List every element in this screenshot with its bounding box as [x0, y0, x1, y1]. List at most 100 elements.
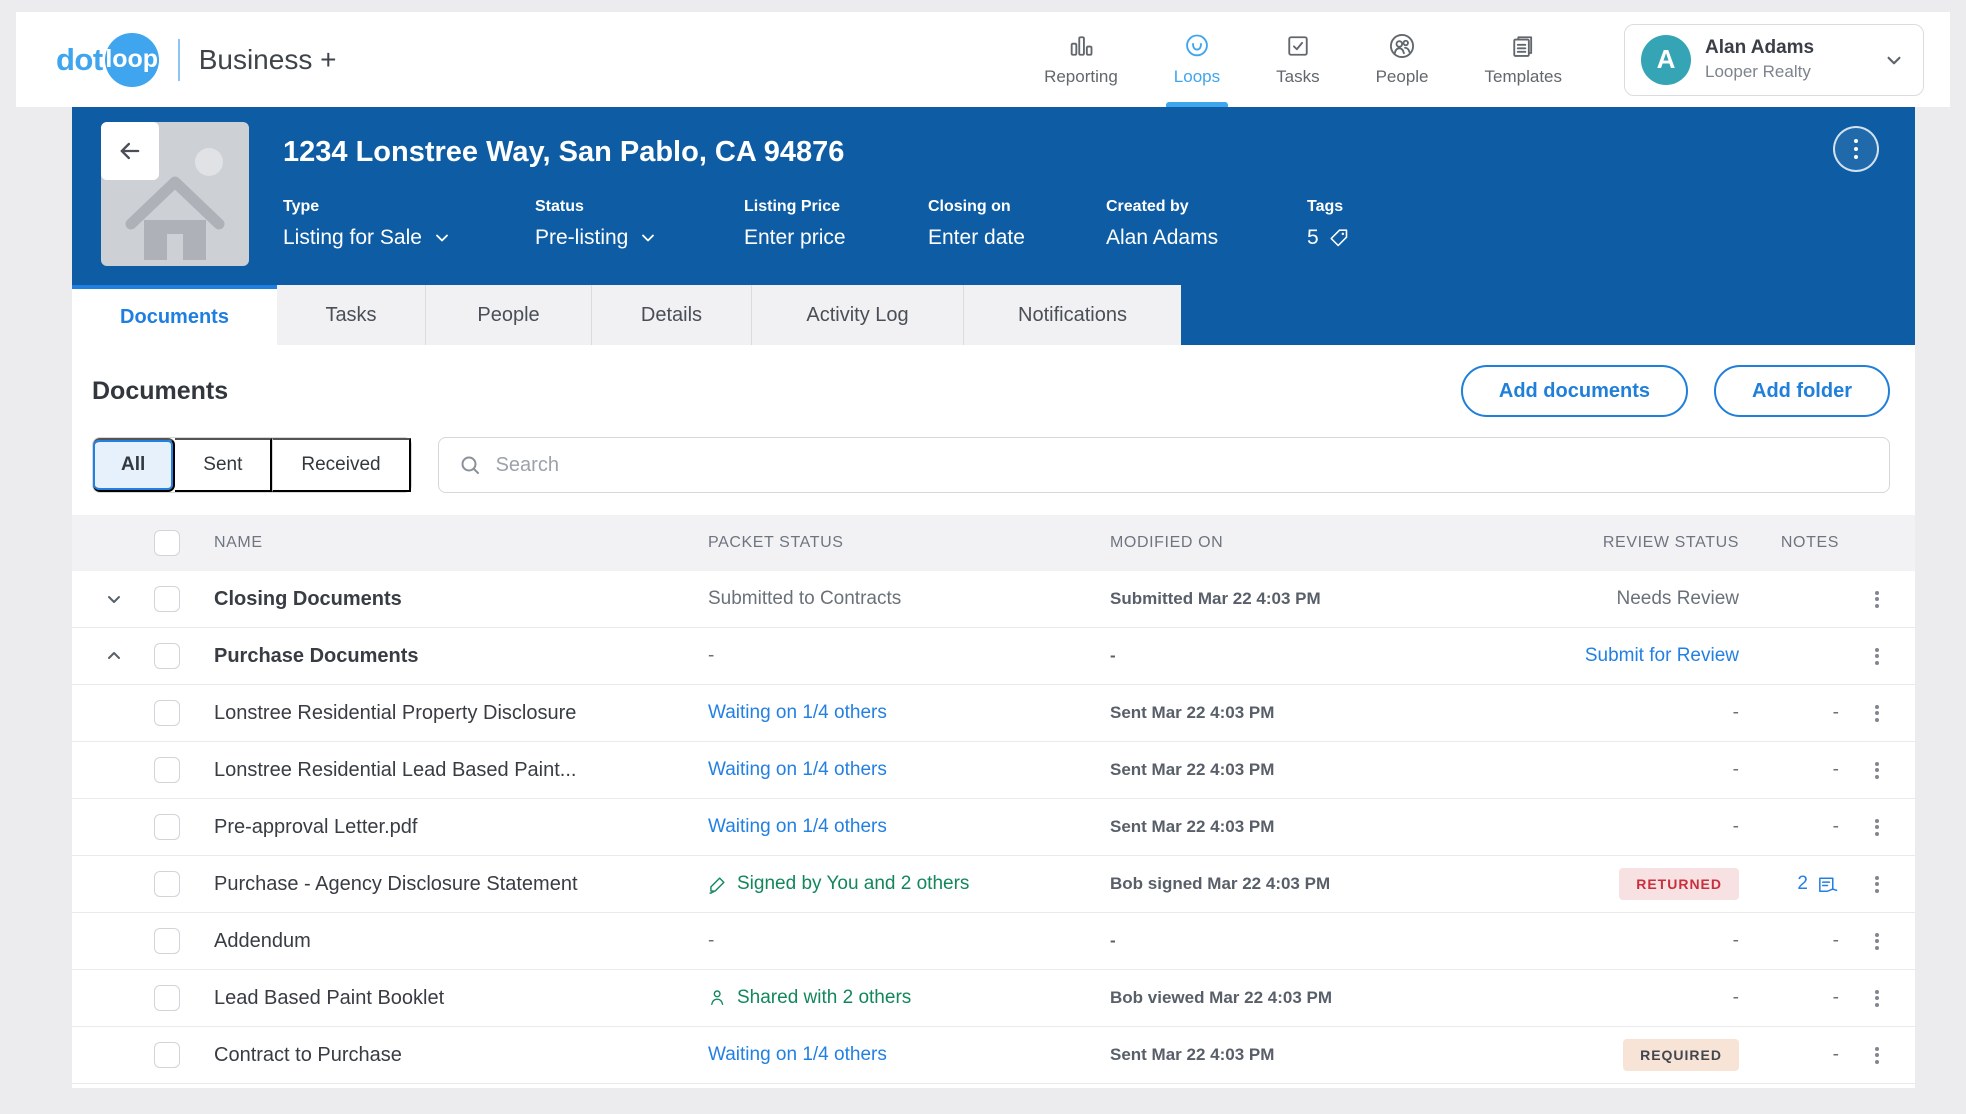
notes-cell[interactable]: 2: [1797, 873, 1839, 896]
closing-date-field[interactable]: Enter date: [928, 226, 1106, 250]
row-checkbox[interactable]: [154, 643, 180, 669]
user-menu[interactable]: A Alan Adams Looper Realty: [1624, 24, 1924, 96]
column-modified-on: MODIFIED ON: [1110, 534, 1223, 552]
type-dropdown[interactable]: Listing for Sale: [283, 226, 535, 250]
row-menu-kebab[interactable]: [1871, 983, 1883, 1013]
modified-on-text: Sent Mar 22 4:03 PM: [1110, 703, 1274, 723]
column-notes: NOTES: [1781, 534, 1839, 552]
row-menu-kebab[interactable]: [1871, 641, 1883, 671]
chevron-down-icon: [638, 228, 658, 248]
row-menu-kebab[interactable]: [1871, 584, 1883, 614]
document-name[interactable]: Lead Based Paint Booklet: [214, 987, 444, 1010]
row-checkbox[interactable]: [154, 700, 180, 726]
document-name[interactable]: Purchase - Agency Disclosure Statement: [214, 873, 578, 896]
filter-received[interactable]: Received: [272, 438, 410, 492]
row-checkbox[interactable]: [154, 985, 180, 1011]
packet-status: Waiting on 1/4 others: [708, 816, 887, 838]
modified-on-text: Sent Mar 22 4:03 PM: [1110, 1045, 1274, 1065]
nav-label: Reporting: [1044, 67, 1118, 87]
document-name[interactable]: Contract to Purchase: [214, 1044, 402, 1067]
row-menu-kebab[interactable]: [1871, 869, 1883, 899]
loop-icon: [1183, 32, 1211, 60]
modified-on-text: -: [1110, 646, 1116, 666]
modified-on-text: Sent Mar 22 4:03 PM: [1110, 760, 1274, 780]
listing-price-field[interactable]: Enter price: [744, 226, 928, 250]
document-name[interactable]: Purchase Documents: [214, 645, 419, 668]
review-status: Needs Review: [1617, 588, 1740, 610]
row-checkbox[interactable]: [154, 814, 180, 840]
logo-dot-text: dot: [56, 42, 103, 78]
tab-people[interactable]: People: [425, 285, 591, 345]
avatar: A: [1641, 35, 1691, 85]
filter-sent[interactable]: Sent: [175, 438, 272, 492]
table-header: NAME PACKET STATUS MODIFIED ON REVIEW ST…: [72, 515, 1915, 571]
tags-button[interactable]: 5: [1307, 226, 1350, 250]
add-folder-button[interactable]: Add folder: [1714, 365, 1890, 417]
row-checkbox[interactable]: [154, 871, 180, 897]
review-status[interactable]: Submit for Review: [1585, 645, 1739, 667]
add-documents-button[interactable]: Add documents: [1461, 365, 1688, 417]
document-name[interactable]: Closing Documents: [214, 588, 402, 611]
logo-loop-circle: loop: [105, 33, 159, 87]
search-input[interactable]: [496, 454, 1870, 477]
signature-pen-icon: [708, 874, 728, 894]
note-icon: [1816, 873, 1839, 896]
loop-options-kebab[interactable]: [1833, 126, 1879, 172]
tab-notifications[interactable]: Notifications: [963, 285, 1181, 345]
row-menu-kebab[interactable]: [1871, 812, 1883, 842]
nav-item-tasks[interactable]: Tasks: [1248, 12, 1347, 107]
review-status: RETURNED: [1619, 868, 1739, 900]
document-name[interactable]: Pre-approval Letter.pdf: [214, 816, 417, 839]
row-checkbox[interactable]: [154, 586, 180, 612]
nav-items: Reporting Loops Tasks People Templates: [1016, 12, 1590, 107]
row-menu-kebab[interactable]: [1871, 1040, 1883, 1070]
notes-count: 2: [1797, 873, 1808, 895]
chevron-up-icon[interactable]: [102, 644, 126, 668]
row-menu-kebab[interactable]: [1871, 926, 1883, 956]
modified-on-text: Bob signed Mar 22 4:03 PM: [1110, 874, 1330, 894]
tab-tasks[interactable]: Tasks: [277, 285, 425, 345]
table-row: Purchase Documents - - Submit for Review: [72, 628, 1915, 685]
packet-status: -: [708, 930, 714, 952]
tab-documents[interactable]: Documents: [72, 285, 277, 345]
user-name: Alan Adams: [1705, 37, 1814, 59]
dotloop-logo[interactable]: dot loop: [56, 33, 159, 87]
back-button[interactable]: [101, 122, 159, 180]
document-name[interactable]: Lonstree Residential Lead Based Paint...: [214, 759, 576, 782]
nav-item-loops[interactable]: Loops: [1146, 12, 1248, 107]
nav-item-reporting[interactable]: Reporting: [1016, 12, 1146, 107]
row-checkbox[interactable]: [154, 928, 180, 954]
people-icon: [1388, 32, 1416, 60]
filter-all[interactable]: All: [93, 438, 175, 492]
row-checkbox[interactable]: [154, 757, 180, 783]
chevron-down-icon: [432, 228, 452, 248]
user-company: Looper Realty: [1705, 62, 1814, 82]
meta-closing-on: Closing on Enter date: [928, 198, 1106, 250]
document-name[interactable]: Lonstree Residential Property Disclosure: [214, 702, 576, 725]
templates-icon: [1509, 32, 1537, 60]
nav-label: Loops: [1174, 67, 1220, 87]
tab-activity-log[interactable]: Activity Log: [751, 285, 963, 345]
property-address: 1234 Lonstree Way, San Pablo, CA 94876: [283, 136, 1915, 169]
status-dropdown[interactable]: Pre-listing: [535, 226, 744, 250]
meta-tags: Tags 5: [1307, 198, 1350, 250]
checkbox-icon: [1284, 32, 1312, 60]
row-checkbox[interactable]: [154, 1042, 180, 1068]
nav-label: Templates: [1485, 67, 1562, 87]
row-menu-kebab[interactable]: [1871, 698, 1883, 728]
logo-divider: [178, 39, 180, 81]
review-status: REQUIRED: [1623, 1039, 1739, 1071]
packet-status: Waiting on 1/4 others: [708, 702, 887, 724]
bar-chart-icon: [1067, 32, 1095, 60]
row-menu-kebab[interactable]: [1871, 755, 1883, 785]
document-name[interactable]: Addendum: [214, 930, 311, 953]
nav-item-people[interactable]: People: [1348, 12, 1457, 107]
created-by-value: Alan Adams: [1106, 226, 1307, 250]
plan-name: Business +: [199, 44, 337, 76]
page-title: Documents: [92, 377, 228, 406]
select-all-checkbox[interactable]: [154, 530, 180, 556]
tab-details[interactable]: Details: [591, 285, 751, 345]
chevron-down-icon[interactable]: [102, 587, 126, 611]
nav-item-templates[interactable]: Templates: [1457, 12, 1590, 107]
search-box: [438, 437, 1890, 493]
